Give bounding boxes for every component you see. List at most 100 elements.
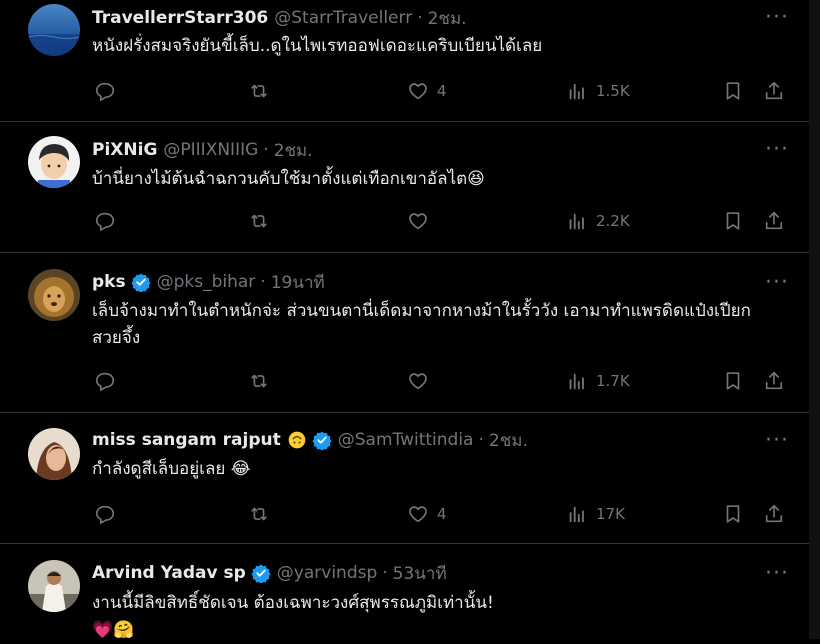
bookmark-icon bbox=[726, 212, 740, 230]
bookmark-button[interactable] bbox=[722, 501, 744, 527]
retweet-button[interactable] bbox=[248, 78, 278, 104]
author-name[interactable]: PiXNiG bbox=[92, 140, 157, 160]
tweet-header: miss sangam rajput @SamTwittindia · 2ชม. bbox=[92, 428, 749, 452]
retweet-button[interactable] bbox=[248, 208, 278, 234]
retweet-icon bbox=[251, 84, 267, 98]
avatar-person-image bbox=[28, 560, 80, 612]
separator-dot: · bbox=[260, 272, 266, 292]
author-name[interactable]: miss sangam rajput bbox=[92, 430, 281, 450]
like-icon bbox=[409, 373, 427, 390]
bookmark-icon bbox=[726, 82, 740, 100]
views-button[interactable]: 17K bbox=[566, 501, 625, 527]
more-icon[interactable]: ··· bbox=[763, 139, 791, 164]
scrollbar[interactable] bbox=[809, 0, 820, 639]
author-name[interactable]: TravellerrStarr306 bbox=[92, 8, 268, 28]
share-button[interactable] bbox=[763, 78, 785, 104]
more-icon[interactable]: ··· bbox=[763, 430, 791, 455]
reply-button[interactable] bbox=[94, 78, 124, 104]
views-button[interactable]: 2.2K bbox=[566, 208, 630, 234]
tweet-header: TravellerrStarr306 @StarrTravellerr · 2ช… bbox=[92, 6, 749, 30]
like-icon bbox=[409, 83, 427, 100]
share-button[interactable] bbox=[763, 368, 785, 394]
tweet-text: งานนี้มีลิขสิทธิ์ชัดเจน ต้องเฉพาะวงศ์สุพ… bbox=[92, 590, 779, 644]
bookmark-button[interactable] bbox=[722, 78, 744, 104]
timestamp[interactable]: 2ชม. bbox=[274, 137, 313, 164]
author-name[interactable]: Arvind Yadav sp bbox=[92, 563, 246, 583]
like-count: 4 bbox=[437, 505, 447, 523]
more-icon[interactable]: ··· bbox=[763, 272, 791, 297]
view-count: 2.2K bbox=[596, 212, 630, 230]
tweet[interactable]: TravellerrStarr306 @StarrTravellerr · 2ช… bbox=[0, 0, 809, 122]
more-icon[interactable]: ··· bbox=[763, 7, 791, 32]
reply-button[interactable] bbox=[94, 368, 124, 394]
reply-icon bbox=[95, 82, 115, 102]
share-icon bbox=[765, 504, 783, 523]
like-button[interactable]: 4 bbox=[407, 78, 447, 104]
retweet-icon bbox=[251, 214, 267, 228]
retweet-icon bbox=[251, 507, 267, 521]
avatar-ocean-image bbox=[28, 4, 80, 56]
share-button[interactable] bbox=[763, 208, 785, 234]
tweet[interactable]: miss sangam rajput @SamTwittindia · 2ชม.… bbox=[0, 413, 809, 544]
avatar[interactable] bbox=[28, 560, 80, 612]
reply-button[interactable] bbox=[94, 208, 124, 234]
like-button[interactable] bbox=[407, 368, 437, 394]
like-icon bbox=[409, 506, 427, 523]
bookmark-button[interactable] bbox=[722, 368, 744, 394]
share-icon bbox=[765, 371, 783, 390]
timestamp[interactable]: 53นาที bbox=[393, 560, 447, 587]
share-button[interactable] bbox=[763, 501, 785, 527]
verified-badge-icon[interactable] bbox=[312, 430, 332, 450]
tweet-header: pks @pks_bihar · 19นาที bbox=[92, 270, 749, 294]
tweet[interactable]: PiXNiG @PIIIXNIIIG · 2ชม. ··· บ้านี่ยางไ… bbox=[0, 122, 809, 253]
retweet-button[interactable] bbox=[248, 501, 278, 527]
avatar[interactable] bbox=[28, 4, 80, 56]
retweet-button[interactable] bbox=[248, 368, 278, 394]
author-handle[interactable]: @PIIIXNIIIG bbox=[163, 140, 258, 160]
tweet-text-line: งานนี้มีลิขสิทธิ์ชัดเจน ต้องเฉพาะวงศ์สุพ… bbox=[92, 593, 494, 613]
reply-button[interactable] bbox=[94, 501, 124, 527]
tweet-text: กำลังดูสีเล็บอยู่เลย 😂 bbox=[92, 459, 251, 479]
views-icon bbox=[569, 373, 584, 390]
view-count: 17K bbox=[596, 505, 625, 523]
author-name[interactable]: pks bbox=[92, 272, 126, 292]
view-count: 1.5K bbox=[596, 82, 630, 100]
separator-dot: · bbox=[478, 430, 484, 450]
action-bar: 4 1.5K bbox=[92, 78, 804, 104]
reply-icon bbox=[95, 212, 115, 232]
tweet-header: Arvind Yadav sp @yarvindsp · 53นาที bbox=[92, 561, 749, 585]
avatar[interactable] bbox=[28, 269, 80, 321]
more-icon[interactable]: ··· bbox=[763, 563, 791, 588]
avatar-person-image bbox=[28, 428, 80, 480]
action-bar: 4 17K bbox=[92, 501, 804, 527]
timestamp[interactable]: 2ชม. bbox=[489, 427, 528, 454]
timeline-feed: TravellerrStarr306 @StarrTravellerr · 2ช… bbox=[0, 0, 809, 640]
author-handle[interactable]: @SamTwittindia bbox=[338, 430, 474, 450]
timestamp[interactable]: 2ชม. bbox=[428, 5, 467, 32]
avatar[interactable] bbox=[28, 136, 80, 188]
share-icon bbox=[765, 81, 783, 100]
views-button[interactable]: 1.7K bbox=[566, 368, 630, 394]
share-icon bbox=[765, 211, 783, 230]
bookmark-button[interactable] bbox=[722, 208, 744, 234]
verified-badge-icon[interactable] bbox=[131, 272, 151, 292]
tweet-header: PiXNiG @PIIIXNIIIG · 2ชม. bbox=[92, 138, 749, 162]
view-count: 1.7K bbox=[596, 372, 630, 390]
separator-dot: · bbox=[417, 8, 423, 28]
author-handle[interactable]: @yarvindsp bbox=[277, 563, 377, 583]
like-button[interactable]: 4 bbox=[407, 501, 447, 527]
author-handle[interactable]: @StarrTravellerr bbox=[274, 8, 412, 28]
avatar-person-image bbox=[28, 136, 80, 188]
author-handle[interactable]: @pks_bihar bbox=[157, 272, 256, 292]
reply-icon bbox=[95, 372, 115, 392]
tweet[interactable]: pks @pks_bihar · 19นาที ··· เล็บจ้างมาทำ… bbox=[0, 253, 809, 413]
verified-badge-icon[interactable] bbox=[251, 563, 271, 583]
avatar[interactable] bbox=[28, 428, 80, 480]
bookmark-icon bbox=[726, 372, 740, 390]
views-button[interactable]: 1.5K bbox=[566, 78, 630, 104]
timestamp[interactable]: 19นาที bbox=[271, 269, 325, 296]
separator-dot: · bbox=[263, 140, 269, 160]
like-button[interactable] bbox=[407, 208, 437, 234]
tweet-text: เล็บจ้างมาทำในตำหนักจ่ะ ส่วนขนตานี่เด็ดม… bbox=[92, 301, 751, 348]
tweet[interactable]: Arvind Yadav sp @yarvindsp · 53นาที ··· … bbox=[0, 544, 809, 640]
